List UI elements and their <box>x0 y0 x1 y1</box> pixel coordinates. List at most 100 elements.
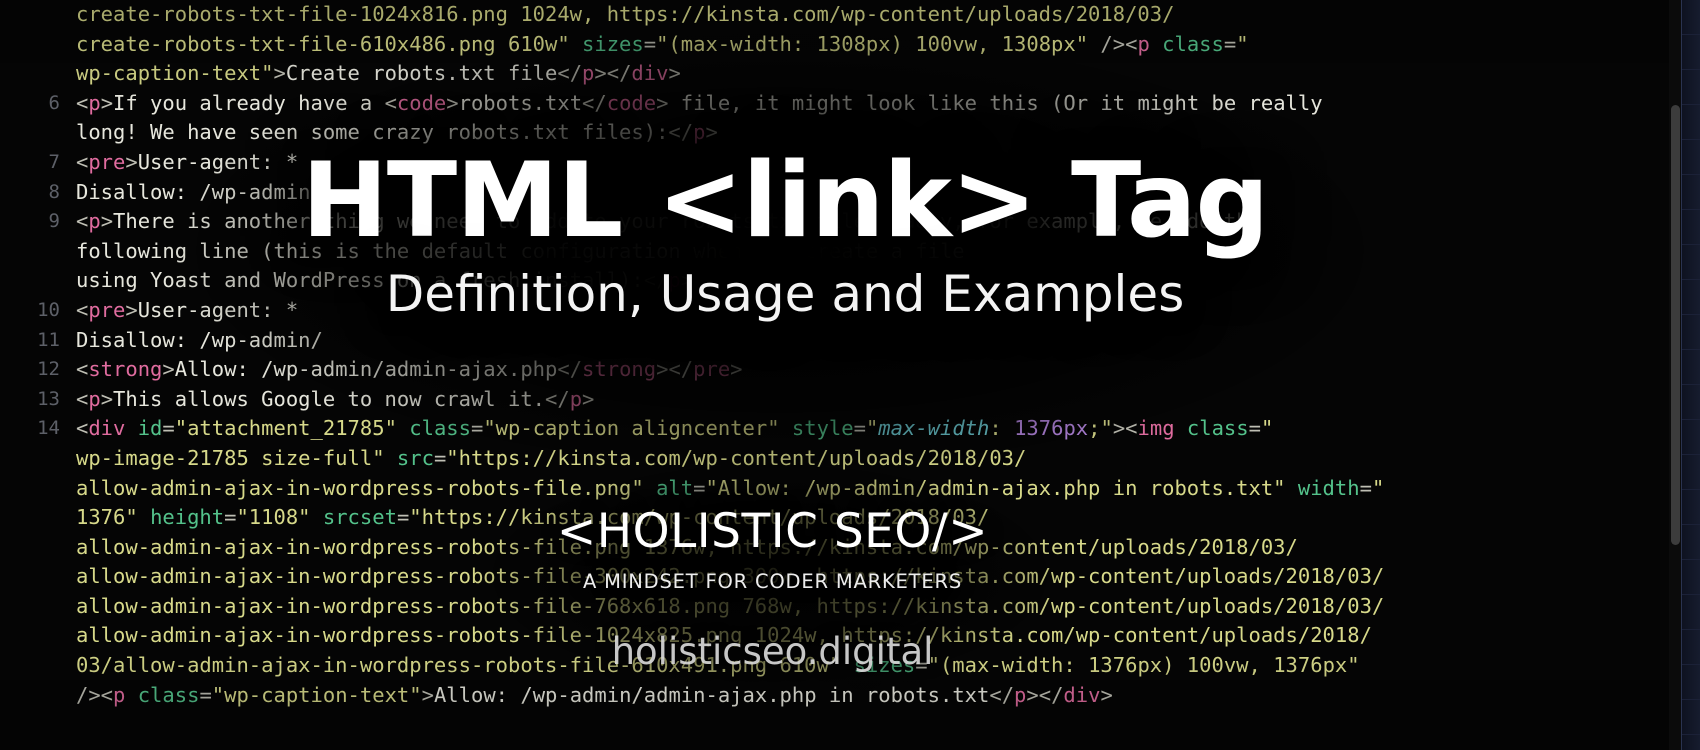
code-line[interactable]: 1376" height="1108" srcset="https://kins… <box>0 503 1700 533</box>
strip-row <box>1682 735 1700 750</box>
code-token: p <box>668 268 681 293</box>
code-line[interactable]: 13 <p>This allows Google to now crawl it.… <box>0 385 1700 415</box>
code-line[interactable]: create-robots-txt-file-610x486.png 610w"… <box>0 30 1700 60</box>
code-line-text[interactable]: allow-admin-ajax-in-wordpress-robots-fil… <box>76 621 1372 651</box>
code-line-text[interactable]: 1376" height="1108" srcset="https://kins… <box>76 503 989 533</box>
code-line[interactable]: create-robots-txt-file-1024x816.png 1024… <box>0 0 1700 30</box>
code-line[interactable]: 8 Disallow: /wp-admin/ <box>0 178 1700 208</box>
code-line[interactable]: allow-admin-ajax-in-wordpress-robots-fil… <box>0 562 1700 592</box>
code-line[interactable]: allow-admin-ajax-in-wordpress-robots-fil… <box>0 592 1700 622</box>
code-line-text[interactable]: create-robots-txt-file-1024x816.png 1024… <box>76 0 1174 30</box>
strip-row <box>1682 560 1700 595</box>
code-line[interactable]: long! We have seen some crazy robots.txt… <box>0 118 1700 148</box>
code-line[interactable]: allow-admin-ajax-in-wordpress-robots-fil… <box>0 621 1700 651</box>
code-token: img <box>1137 416 1175 441</box>
code-token: = <box>162 416 175 441</box>
line-number: 8 <box>48 180 60 203</box>
code-token: "wp-caption aligncenter" <box>483 416 780 441</box>
code-line-text[interactable]: <p>If you already have a <code>robots.tx… <box>76 89 1323 119</box>
code-line[interactable]: wp-caption-text">Create robots.txt file<… <box>0 59 1700 89</box>
code-token: long! We have seen some crazy robots.txt… <box>76 120 669 145</box>
code-line[interactable]: wp-image-21785 size-full" src="https://k… <box>0 444 1700 474</box>
code-line[interactable]: 6 <p>If you already have a <code>robots.t… <box>0 89 1700 119</box>
code-token: </ <box>989 682 1015 707</box>
code-line[interactable]: 9 <p>There is another thing we need to ad… <box>0 207 1700 237</box>
code-token: < <box>76 416 89 441</box>
code-token: > <box>668 61 681 86</box>
code-line-text[interactable]: Disallow: /wp-admin/ <box>76 326 323 356</box>
code-token: " <box>1371 475 1385 500</box>
code-line[interactable]: 03/allow-admin-ajax-in-wordpress-robots-… <box>0 651 1700 681</box>
code-line-text[interactable]: Disallow: /wp-admin/ <box>76 178 323 208</box>
code-line[interactable]: using Yoast and WordPress on a fresh ins… <box>0 266 1700 296</box>
code-line[interactable]: 11 Disallow: /wp-admin/ <box>0 326 1700 356</box>
code-line-text[interactable]: wp-image-21785 size-full" src="https://k… <box>76 444 1026 474</box>
strip-row <box>1682 630 1700 665</box>
code-line[interactable]: 7 <pre>User-agent: * <box>0 148 1700 178</box>
code-token: "(max-width: 1308px) 100vw, 1308px" <box>656 31 1101 56</box>
code-token: < <box>384 90 397 115</box>
code-token: "1108" <box>236 505 311 530</box>
code-line-text[interactable]: long! We have seen some crazy robots.txt… <box>76 118 718 148</box>
code-line-text[interactable]: <p>There is another thing we need to add… <box>76 207 1261 237</box>
code-token: = <box>199 682 212 707</box>
strip-row <box>1682 385 1700 420</box>
code-editor[interactable]: create-robots-txt-file-1024x816.png 1024… <box>0 0 1700 750</box>
strip-row <box>1682 140 1700 175</box>
code-token: sizes <box>853 653 916 678</box>
code-line-text[interactable]: allow-admin-ajax-in-wordpress-robots-fil… <box>76 474 1384 504</box>
code-token: > <box>730 357 743 382</box>
code-line[interactable]: /><p class="wp-caption-text">Allow: /wp-… <box>0 681 1700 711</box>
code-token: pre <box>88 297 126 322</box>
code-token: > <box>100 90 114 115</box>
code-token: < <box>76 357 89 382</box>
code-line[interactable]: allow-admin-ajax-in-wordpress-robots-fil… <box>0 474 1700 504</box>
code-token: sizes <box>582 31 644 56</box>
adjacent-window-strip[interactable] <box>1681 0 1700 750</box>
code-token: id <box>137 416 163 441</box>
code-token: style <box>791 416 854 441</box>
code-token: strong <box>582 357 657 382</box>
code-line[interactable]: 14 <div id="attachment_21785" class="wp-c… <box>0 414 1700 444</box>
code-token: > <box>705 120 718 145</box>
code-line[interactable]: allow-admin-ajax-in-wordpress-robots-fil… <box>0 533 1700 563</box>
code-line-text[interactable]: wp-caption-text">Create robots.txt file<… <box>76 59 681 89</box>
code-token: > <box>100 209 114 234</box>
code-token: p <box>88 209 101 234</box>
code-line-text[interactable]: allow-admin-ajax-in-wordpress-robots-fil… <box>76 562 1384 592</box>
code-token: < <box>76 90 89 115</box>
code-line-text[interactable]: allow-admin-ajax-in-wordpress-robots-fil… <box>76 592 1384 622</box>
strip-row <box>1682 175 1700 210</box>
code-line-text[interactable]: <p>This allows Google to now crawl it.</… <box>76 385 594 415</box>
code-line-text[interactable]: using Yoast and WordPress on a fresh ins… <box>76 266 693 296</box>
code-line[interactable]: 12 <strong>Allow: /wp-admin/admin-ajax.ph… <box>0 355 1700 385</box>
code-token: p <box>582 61 595 86</box>
code-line-text[interactable]: <strong>Allow: /wp-admin/admin-ajax.php<… <box>76 355 743 385</box>
code-line[interactable]: following line (this is the default conf… <box>0 237 1700 267</box>
code-line-text[interactable]: <pre>User-agent: * <box>76 296 298 326</box>
code-line-text[interactable]: 03/allow-admin-ajax-in-wordpress-robots-… <box>76 651 1360 681</box>
vertical-scroll-thumb[interactable] <box>1671 105 1680 545</box>
code-token: " <box>1236 31 1249 56</box>
code-line-text[interactable]: /><p class="wp-caption-text">Allow: /wp-… <box>76 681 1113 711</box>
code-token: < <box>76 209 89 234</box>
code-line-text[interactable]: <div id="attachment_21785" class="wp-cap… <box>76 414 1273 444</box>
code-token: </ <box>668 120 694 145</box>
code-line-text[interactable]: allow-admin-ajax-in-wordpress-robots-fil… <box>76 533 1298 563</box>
code-line-text[interactable]: create-robots-txt-file-610x486.png 610w"… <box>76 30 1249 60</box>
line-number: 13 <box>37 387 60 410</box>
code-line-text[interactable]: following line (this is the default conf… <box>76 237 965 267</box>
code-line-text[interactable]: <pre>User-agent: * <box>76 148 298 178</box>
code-token: p <box>569 386 583 411</box>
code-token: > <box>446 90 459 115</box>
code-line[interactable]: 10 <pre>User-agent: * <box>0 296 1700 326</box>
code-token: code <box>606 90 657 115</box>
code-token: "attachment_21785" <box>174 416 397 441</box>
code-token: Disallow: /wp-admin/ <box>76 327 323 352</box>
code-token: " <box>865 416 879 441</box>
